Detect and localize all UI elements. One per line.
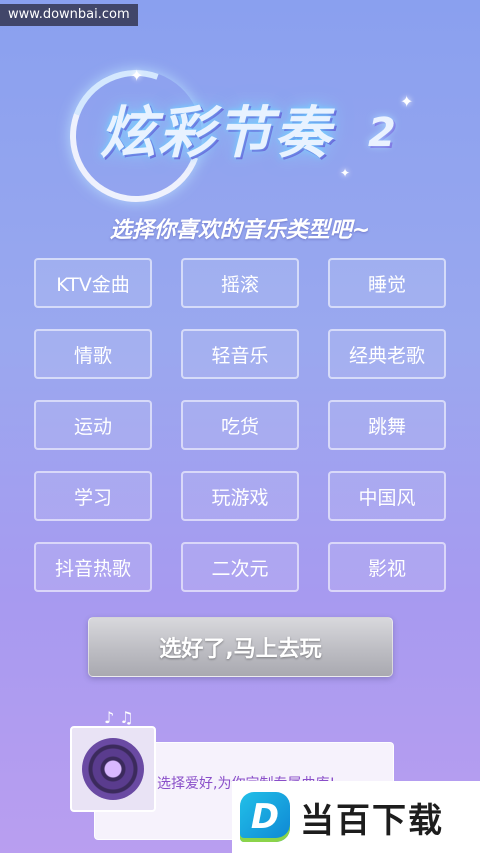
sparkle-icon: ✦ [400, 92, 414, 111]
genre-tag[interactable]: 玩游戏 [181, 471, 299, 521]
genre-tag[interactable]: 中国风 [328, 471, 446, 521]
genre-tag[interactable]: 情歌 [34, 329, 152, 379]
confirm-button[interactable]: 选好了,马上去玩 [88, 617, 393, 677]
site-watermark: www.downbai.com [0, 4, 138, 26]
genre-tag[interactable]: KTV金曲 [34, 258, 152, 308]
sparkle-icon: ✦ [340, 166, 351, 180]
genre-tag[interactable]: 学习 [34, 471, 152, 521]
genre-tag[interactable]: 轻音乐 [181, 329, 299, 379]
genre-tag[interactable]: 跳舞 [328, 400, 446, 450]
genre-tag[interactable]: 运动 [34, 400, 152, 450]
genre-tag[interactable]: 睡觉 [328, 258, 446, 308]
bottom-watermark: D 当百下载 [232, 781, 480, 853]
brand-d-icon: D [240, 792, 290, 842]
genre-tag[interactable]: 摇滚 [181, 258, 299, 308]
genre-tag[interactable]: 二次元 [181, 542, 299, 592]
logo-suffix: 2 [368, 110, 396, 156]
music-notes-icon: ♪ ♫ [104, 708, 134, 727]
genre-tag[interactable]: 吃货 [181, 400, 299, 450]
vinyl-record-icon [82, 738, 144, 800]
game-logo: 炫彩节奏 2 ✦ ✦ ✦ [48, 48, 420, 224]
genre-grid: KTV金曲 摇滚 睡觉 情歌 轻音乐 经典老歌 运动 吃货 跳舞 学习 玩游戏 … [34, 258, 446, 592]
sparkle-icon: ✦ [130, 66, 144, 85]
genre-tag[interactable]: 影视 [328, 542, 446, 592]
genre-tag[interactable]: 抖音热歌 [34, 542, 152, 592]
genre-tag[interactable]: 经典老歌 [328, 329, 446, 379]
page-subtitle: 选择你喜欢的音乐类型吧~ [109, 218, 371, 243]
vinyl-record-box [70, 726, 156, 812]
logo-title: 炫彩节奏 [100, 100, 332, 166]
brand-name: 当百下载 [300, 800, 444, 841]
